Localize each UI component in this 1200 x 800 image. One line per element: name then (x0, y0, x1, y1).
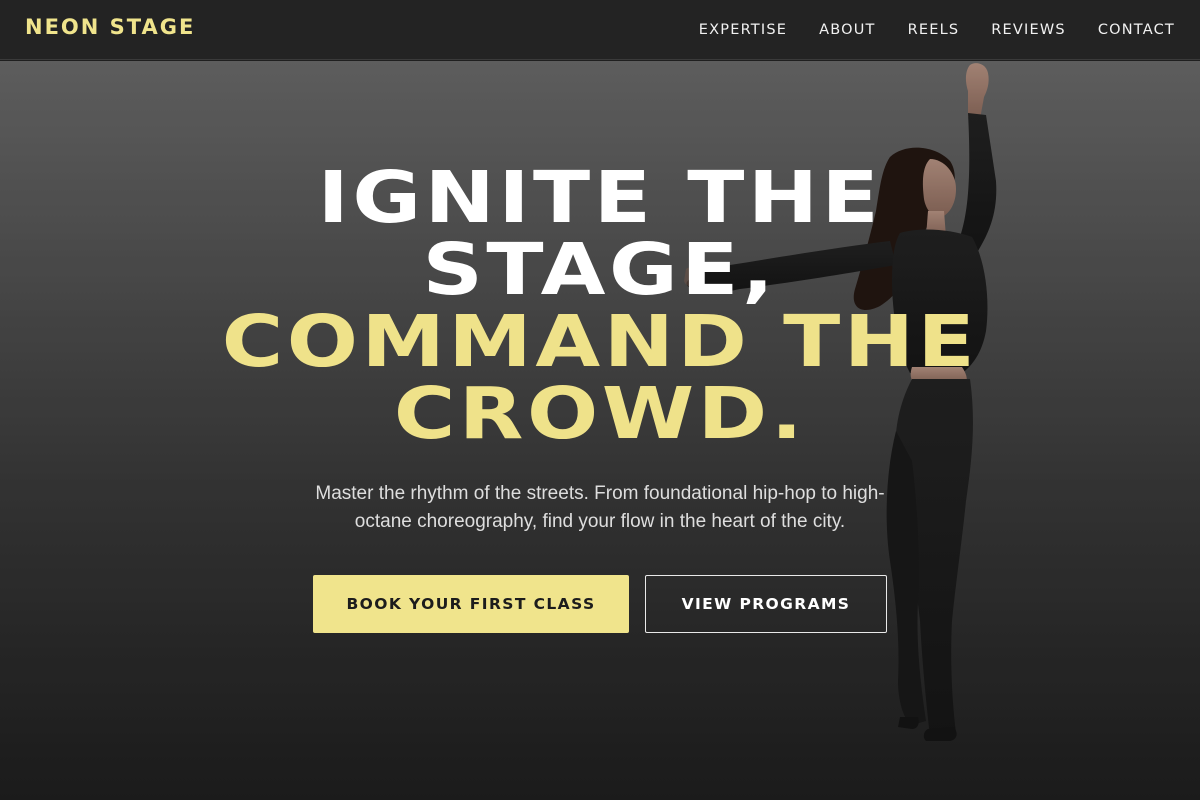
subtitle-line-2: octane choreography, find your flow in t… (354, 511, 846, 532)
brand-logo[interactable]: NEON STAGE (25, 15, 195, 39)
nav-link-contact[interactable]: CONTACT (1098, 22, 1175, 38)
hero-headline: IGNITE THE STAGE, COMMAND THE CROWD. (69, 162, 1131, 450)
nav-link-about[interactable]: ABOUT (819, 22, 876, 38)
headline-line-2: STAGE, (422, 228, 778, 311)
nav-link-reels[interactable]: REELS (908, 22, 960, 38)
headline-line-1: IGNITE THE (317, 156, 883, 239)
nav-link-expertise[interactable]: EXPERTISE (699, 22, 787, 38)
landing-page: NEON STAGE EXPERTISE ABOUT REELS REVIEWS… (0, 0, 1200, 800)
nav-link-reviews[interactable]: REVIEWS (991, 22, 1066, 38)
main-nav: EXPERTISE ABOUT REELS REVIEWS CONTACT (699, 0, 1175, 60)
hero-section: IGNITE THE STAGE, COMMAND THE CROWD. Mas… (0, 61, 1200, 800)
book-first-class-button[interactable]: BOOK YOUR FIRST CLASS (313, 575, 629, 633)
subtitle-line-1: Master the rhythm of the streets. From f… (315, 483, 885, 504)
headline-line-4: CROWD. (393, 372, 807, 455)
site-header: NEON STAGE EXPERTISE ABOUT REELS REVIEWS… (0, 0, 1200, 60)
view-programs-button[interactable]: VIEW PROGRAMS (645, 575, 887, 633)
hero-subtitle: Master the rhythm of the streets. From f… (260, 480, 940, 536)
headline-line-3: COMMAND THE (221, 300, 979, 383)
